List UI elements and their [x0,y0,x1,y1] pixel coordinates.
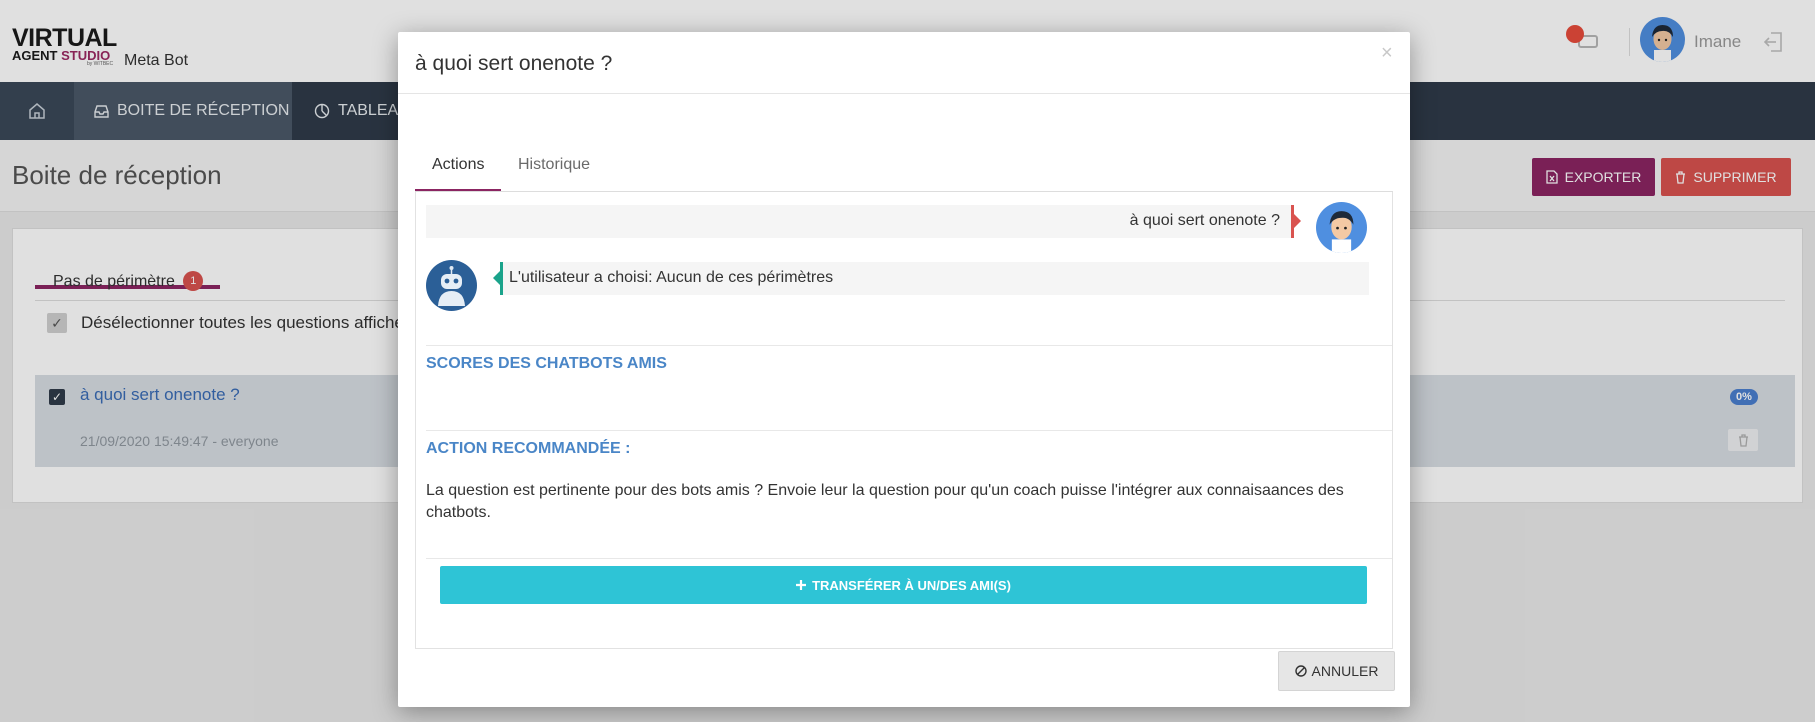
transfer-button[interactable]: TRANSFÉRER À UN/DES AMI(S) [440,566,1367,604]
bot-message-text: L'utilisateur a choisi: Aucun de ces pér… [509,269,834,286]
transfer-label: TRANSFÉRER À UN/DES AMI(S) [812,577,1011,593]
divider [426,345,1392,346]
user-message: à quoi sert onenote ? [426,205,1301,238]
tab-actions[interactable]: Actions [415,122,502,192]
user-message-arrow [1294,214,1301,228]
recommended-action-text: La question est pertinente pour des bots… [426,482,1344,521]
bot-avatar [426,260,477,311]
modal-title: à quoi sert onenote ? [415,52,613,75]
scores-section-title: SCORES DES CHATBOTS AMIS [426,355,667,372]
ban-icon [1294,665,1307,677]
modal-tabs: Actions Historique [415,122,1393,192]
robot-icon [438,266,465,306]
plus-icon [796,580,807,590]
user-avatar-chat [1316,202,1367,253]
cancel-label: ANNULER [1311,663,1379,679]
user-face-icon [1329,211,1354,253]
bot-message-arrow [493,271,500,285]
bot-message-marker [500,262,503,295]
divider [426,558,1392,559]
tab-history[interactable]: Historique [501,122,607,192]
recommended-action-title: ACTION RECOMMANDÉE : [426,440,631,457]
modal-header: à quoi sert onenote ? × [398,32,1410,94]
user-message-text: à quoi sert onenote ? [1129,212,1280,229]
divider [426,430,1392,431]
bot-message: L'utilisateur a choisi: Aucun de ces pér… [493,262,1369,295]
close-icon[interactable]: × [1381,42,1393,65]
question-modal: à quoi sert onenote ? × Actions Historiq… [398,32,1410,707]
actions-content: à quoi sert onenote ? L'utilisateur a ch… [415,192,1393,649]
cancel-button[interactable]: ANNULER [1278,651,1395,691]
